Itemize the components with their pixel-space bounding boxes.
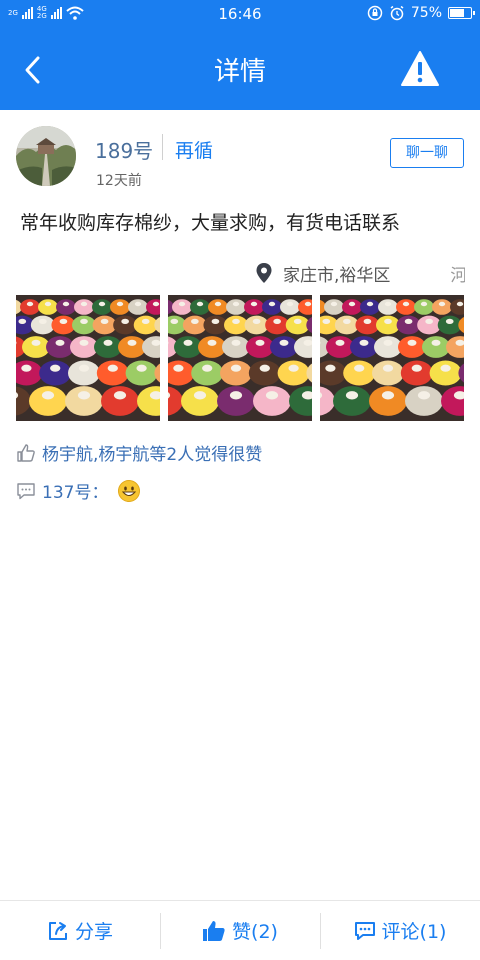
avatar[interactable] bbox=[16, 126, 76, 186]
comment-icon bbox=[17, 482, 35, 499]
likes-text[interactable]: 杨宇航,杨宇航等2人觉得很赞 bbox=[42, 440, 262, 465]
like-label: 赞(2) bbox=[232, 921, 278, 943]
chat-button[interactable]: 聊一聊 bbox=[390, 138, 464, 168]
battery-icon bbox=[448, 7, 475, 19]
nav-bar: 详情 bbox=[0, 30, 480, 110]
name-divider bbox=[162, 134, 163, 160]
post-time: 12天前 bbox=[96, 173, 142, 189]
comment-row: 137号： bbox=[16, 478, 141, 503]
lock-rotation-icon bbox=[367, 5, 383, 21]
comment-user[interactable]: 137号： bbox=[42, 478, 108, 503]
bottom-action-bar: 分享 赞(2) 评论(1) bbox=[0, 900, 480, 960]
photo-gallery bbox=[16, 295, 464, 421]
location: 家庄市,裕华区 河 bbox=[255, 260, 465, 286]
like-button[interactable]: 赞(2) bbox=[160, 901, 320, 960]
post-photo[interactable] bbox=[16, 295, 160, 421]
system-indicators: 75% bbox=[367, 5, 475, 21]
comment-bubble-icon bbox=[354, 921, 375, 940]
comment-label: 评论(1) bbox=[381, 921, 447, 943]
report-button[interactable] bbox=[400, 50, 440, 88]
grinning-emoji-icon bbox=[118, 479, 141, 502]
share-label: 分享 bbox=[74, 921, 113, 943]
likes-row: 杨宇航,杨宇航等2人觉得很赞 bbox=[16, 440, 262, 465]
comment-button[interactable]: 评论(1) bbox=[320, 901, 480, 960]
thumbs-up-icon bbox=[203, 920, 225, 941]
share-icon bbox=[48, 921, 67, 940]
location-text: 家庄市,裕华区 bbox=[283, 265, 391, 286]
location-text-extra: 河 bbox=[450, 265, 465, 286]
post-photo[interactable] bbox=[320, 295, 464, 421]
battery-percent: 75% bbox=[410, 5, 442, 21]
post-content: 常年收购库存棉纱，大量求购，有货电话联系 bbox=[20, 212, 401, 234]
status-bar: 2G 4G 2G 16:46 75% bbox=[0, 0, 480, 30]
alarm-icon bbox=[390, 5, 404, 21]
thumbs-up-outline-icon bbox=[17, 443, 35, 462]
post-photo[interactable] bbox=[168, 295, 312, 421]
username[interactable]: 189号 bbox=[95, 135, 153, 164]
location-pin-icon bbox=[256, 263, 272, 283]
nickname[interactable]: 再循 bbox=[175, 136, 213, 163]
share-button[interactable]: 分享 bbox=[0, 901, 160, 960]
